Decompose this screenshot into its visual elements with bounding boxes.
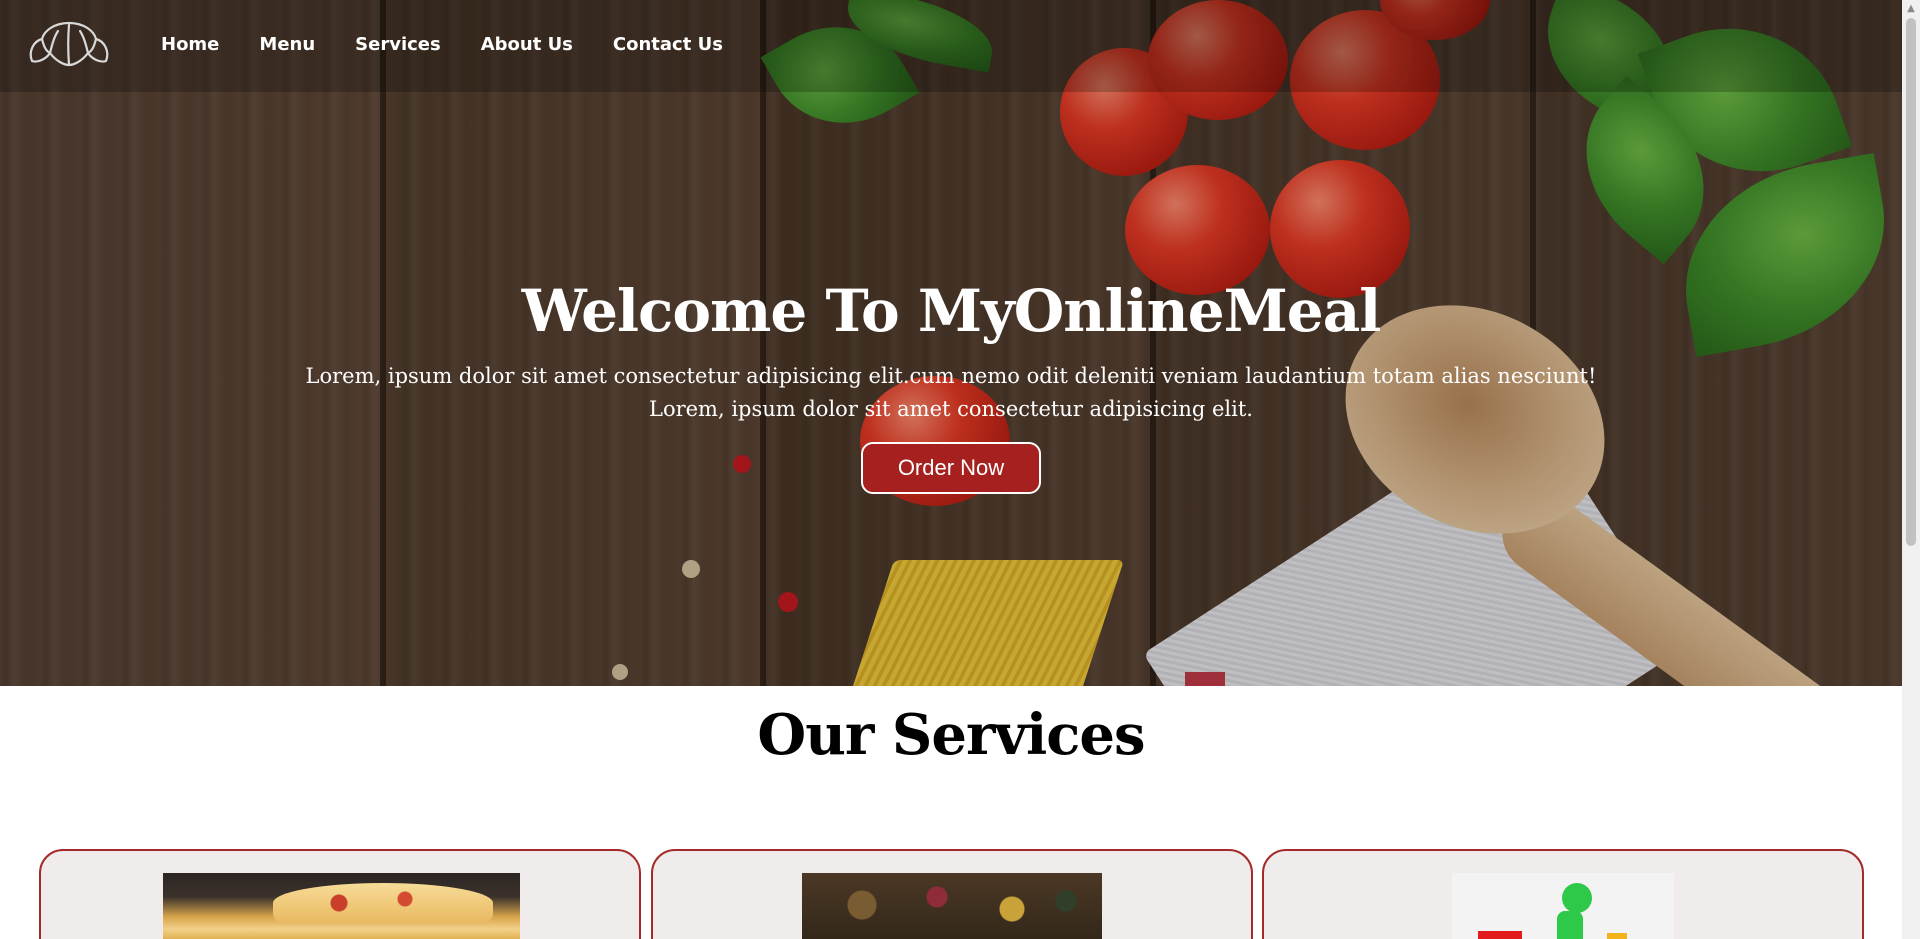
hero-title: Welcome To MyOnlineMeal: [521, 277, 1382, 345]
scrollbar-thumb[interactable]: [1906, 18, 1916, 546]
nav-link-contact-us[interactable]: Contact Us: [613, 34, 723, 55]
croissant-logo-icon[interactable]: [26, 17, 112, 73]
nav-links: Home Menu Services About Us Contact Us: [161, 34, 723, 55]
croissant-icon: [29, 21, 109, 67]
hero-subtitle-line-1: Lorem, ipsum dolor sit amet consectetur …: [305, 364, 1597, 388]
nav-link-about-us[interactable]: About Us: [481, 34, 573, 55]
scroll-up-arrow-icon[interactable]: ▲: [1902, 0, 1920, 18]
service-card-delivery[interactable]: [1262, 849, 1864, 939]
service-card-dine-in[interactable]: [39, 849, 641, 939]
top-navbar: Home Menu Services About Us Contact Us: [0, 0, 1902, 92]
service-card-catering[interactable]: [651, 849, 1253, 939]
services-heading: Our Services: [757, 702, 1145, 768]
gift-box: [1478, 931, 1522, 939]
hero-content: Welcome To MyOnlineMeal Lorem, ipsum dol…: [0, 276, 1902, 494]
rider-body: [1557, 911, 1583, 939]
delivery-box: [1607, 933, 1627, 939]
nav-link-services[interactable]: Services: [355, 34, 441, 55]
food-platter-image: [802, 873, 1102, 939]
hero-subtitle-line-2: Lorem, ipsum dolor sit amet consectetur …: [649, 397, 1253, 421]
order-now-button[interactable]: Order Now: [861, 442, 1041, 494]
nav-link-menu[interactable]: Menu: [259, 34, 315, 55]
rider-helmet: [1562, 883, 1592, 913]
hero-subtitle: Lorem, ipsum dolor sit amet consectetur …: [0, 360, 1902, 426]
pizza-toppings: [273, 883, 493, 923]
pizza-slice-image: [163, 873, 520, 939]
hero-banner: Home Menu Services About Us Contact Us W…: [0, 0, 1902, 686]
page-scrollbar[interactable]: ▲: [1902, 0, 1920, 939]
nav-link-home[interactable]: Home: [161, 34, 219, 55]
delivery-rider-image: [1452, 873, 1674, 939]
